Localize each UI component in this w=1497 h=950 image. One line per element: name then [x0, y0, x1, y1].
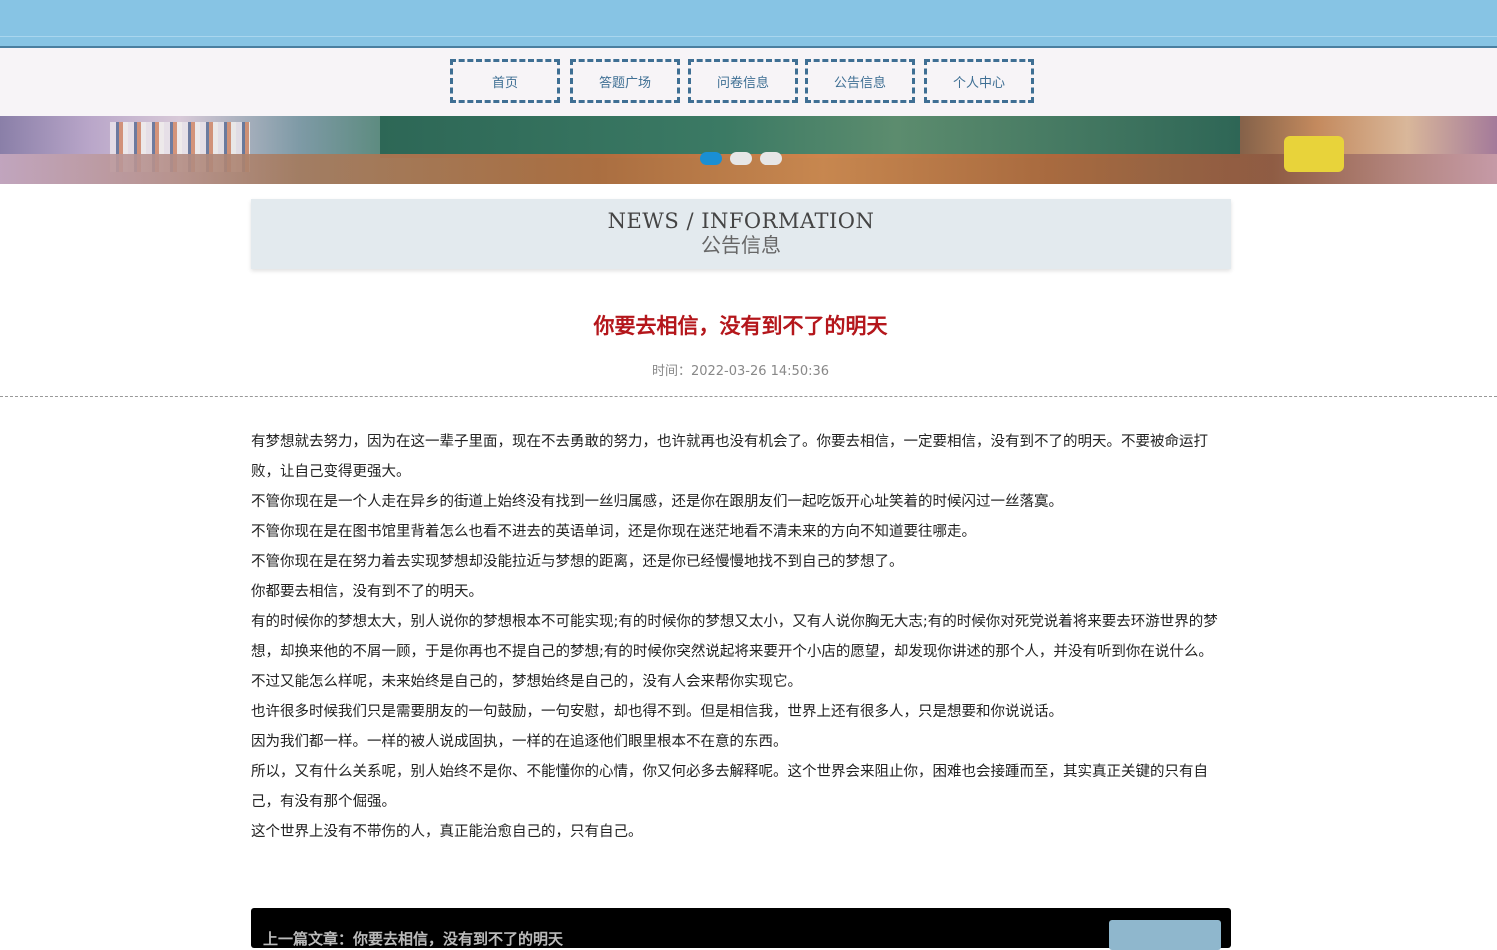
- section-title-en: NEWS / INFORMATION: [607, 209, 875, 233]
- nav-survey-info[interactable]: 问卷信息: [688, 59, 798, 103]
- article-paragraph: 不管你现在是在图书馆里背着怎么也看不进去的英语单词，还是你现在迷茫地看不清未来的…: [251, 524, 976, 540]
- nav-personal-center[interactable]: 个人中心: [924, 59, 1034, 103]
- top-bar: [0, 0, 1497, 48]
- article-paragraph: 不管你现在是在努力着去实现梦想却没能拉近与梦想的距离，还是你已经慢慢地找不到自己…: [251, 554, 904, 570]
- article-paragraph: 你都要去相信，没有到不了的明天。: [251, 584, 483, 600]
- banner-pot: [1284, 136, 1344, 172]
- article-paragraph: 不过又能怎么样呢，未来始终是自己的，梦想始终是自己的，没有人会来帮你实现它。: [251, 674, 802, 690]
- carousel-dot-2[interactable]: [730, 152, 752, 165]
- article-paragraph: 有的时候你的梦想太大，别人说你的梦想根本不可能实现;有的时候你的梦想又太小，又有…: [251, 614, 1218, 660]
- divider: [0, 396, 1497, 397]
- article-paragraph: 这个世界上没有不带伤的人，真正能治愈自己的，只有自己。: [251, 824, 643, 840]
- carousel-dot-1[interactable]: [700, 152, 722, 165]
- nav-announcements[interactable]: 公告信息: [805, 59, 915, 103]
- section-header: NEWS / INFORMATION 公告信息: [251, 199, 1231, 269]
- banner-chalkboard: [380, 116, 1240, 158]
- nav-quiz-square[interactable]: 答题广场: [570, 59, 680, 103]
- article-paragraph: 因为我们都一样。一样的被人说成固执，一样的在追逐他们眼里根本不在意的东西。: [251, 734, 788, 750]
- prev-article-link[interactable]: 上一篇文章：你要去相信，没有到不了的明天: [263, 928, 563, 949]
- article-content: 有梦想就去努力，因为在这一辈子里面，现在不去勇敢的努力，也许就再也没有机会了。你…: [251, 427, 1236, 847]
- article-paragraph: 所以，又有什么关系呢，别人始终不是你、不能懂你的心情，你又何必多去解释呢。这个世…: [251, 764, 1208, 810]
- back-button[interactable]: [1109, 920, 1221, 950]
- article-time: 时间：2022-03-26 14:50:36: [651, 364, 830, 379]
- carousel-dot-3[interactable]: [760, 152, 782, 165]
- nav-home[interactable]: 首页: [450, 59, 560, 103]
- banner-carousel[interactable]: [0, 116, 1497, 184]
- main-nav: 首页 答题广场 问卷信息 公告信息 个人中心: [0, 48, 1497, 116]
- article-paragraph: 有梦想就去努力，因为在这一辈子里面，现在不去勇敢的努力，也许就再也没有机会了。你…: [251, 434, 1208, 480]
- section-title-cn: 公告信息: [701, 233, 781, 257]
- article-title: 你要去相信，没有到不了的明天: [593, 314, 888, 338]
- top-bar-line: [0, 36, 1497, 37]
- carousel-indicators: [700, 152, 782, 165]
- article-paragraph: 也许很多时候我们只是需要朋友的一句鼓励，一句安慰，却也得不到。但是相信我，世界上…: [251, 704, 1063, 720]
- article-paragraph: 不管你现在是一个人走在异乡的街道上始终没有找到一丝归属感，还是你在跟朋友们一起吃…: [251, 494, 1063, 510]
- article-nav-bar: 上一篇文章：你要去相信，没有到不了的明天: [251, 908, 1231, 950]
